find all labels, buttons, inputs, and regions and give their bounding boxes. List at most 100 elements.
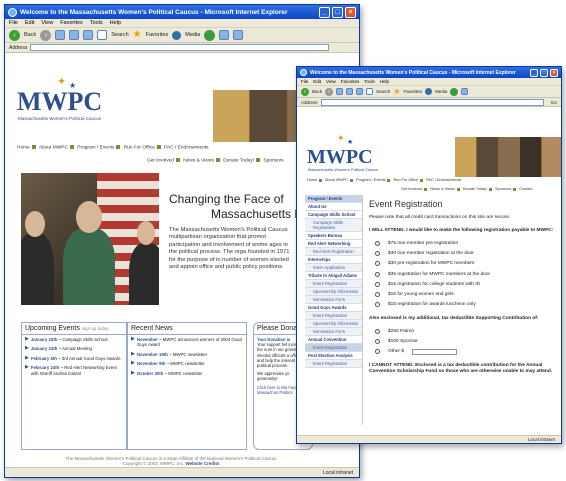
sidebar-item[interactable]: Tribute to Abigail Adams: [305, 272, 362, 280]
sidebar-subitem[interactable]: Event Registration: [305, 312, 362, 320]
media-label[interactable]: Media: [185, 32, 200, 38]
favorites-label[interactable]: Favorites: [403, 89, 422, 94]
close-button[interactable]: ×: [345, 6, 356, 18]
back-label[interactable]: Back: [24, 32, 36, 38]
media-icon[interactable]: [424, 88, 432, 95]
back-window-titlebar[interactable]: Welcome to the Massachusetts Women's Pol…: [5, 5, 359, 19]
media-icon[interactable]: [172, 30, 182, 40]
mail-icon[interactable]: [219, 30, 230, 40]
nav-run-for-office[interactable]: Run For Office: [393, 178, 418, 182]
menu-view[interactable]: View: [326, 79, 336, 84]
radio-button[interactable]: [375, 250, 380, 256]
contribution-option[interactable]: Other $: [369, 347, 557, 357]
radio-button[interactable]: [375, 281, 380, 287]
sidebar-item[interactable]: Good Guys Awards: [305, 304, 362, 312]
go-button[interactable]: Go: [551, 100, 557, 105]
mwpc-logo[interactable]: MWPC: [307, 147, 373, 167]
sidebar-item[interactable]: Campaign Skills School: [305, 211, 362, 219]
sidebar-subitem[interactable]: Intern Application: [305, 264, 362, 272]
menu-help[interactable]: Help: [110, 20, 121, 26]
front-window-titlebar[interactable]: Welcome to the Massachusetts Women's Pol…: [297, 67, 561, 78]
search-label[interactable]: Search: [111, 32, 128, 38]
maximize-button[interactable]: □: [540, 68, 548, 77]
website-credits-link[interactable]: Website Credits: [185, 461, 219, 466]
sidebar-subitem[interactable]: Sponsorship Information: [305, 320, 362, 328]
event-item[interactable]: ▶ January 10th ~ Campaign Skills School: [22, 335, 126, 344]
nav-program-events[interactable]: Program / Events: [77, 145, 114, 150]
favorites-label[interactable]: Favorites: [146, 32, 169, 38]
favorites-star-icon[interactable]: ★: [393, 87, 400, 97]
news-item[interactable]: ▶ November ~ MWPC announces winners of 20…: [128, 335, 246, 350]
sidebar-subitem[interactable]: Event Registration: [305, 280, 362, 288]
sidebar-subitem[interactable]: Campaign Skills Registration: [305, 219, 362, 232]
menu-favorites[interactable]: Favorites: [60, 20, 83, 26]
sidebar-item[interactable]: Internships: [305, 256, 362, 264]
mwpc-logo[interactable]: MWPC: [17, 89, 102, 115]
sidebar-item[interactable]: Program / Events: [305, 195, 362, 203]
menu-edit[interactable]: Edit: [313, 79, 321, 84]
sidebar-subitem[interactable]: Event Registration: [305, 360, 362, 368]
forward-arrow-icon[interactable]: ›: [325, 87, 334, 96]
registration-option[interactable]: $15 registration for college students wi…: [369, 279, 557, 289]
nav-sponsors[interactable]: Sponsors: [263, 158, 283, 163]
registration-option[interactable]: $35 registration for MWPC members at the…: [369, 269, 557, 279]
history-icon[interactable]: [450, 87, 459, 96]
refresh-icon[interactable]: [69, 30, 80, 40]
nav-news-views[interactable]: News & Views: [430, 187, 454, 191]
contribution-option[interactable]: $100 Sponsor: [369, 336, 557, 346]
nav-contact[interactable]: Contact: [519, 187, 532, 191]
event-item[interactable]: ▶ February 24th ~ Red Alert Networking Ev…: [22, 363, 126, 378]
radio-button[interactable]: [375, 349, 380, 355]
radio-button[interactable]: [375, 302, 380, 308]
minimize-button[interactable]: _: [319, 6, 330, 18]
home-icon[interactable]: [83, 30, 94, 40]
menu-tools[interactable]: Tools: [364, 79, 375, 84]
media-label[interactable]: Media: [435, 89, 447, 94]
menu-edit[interactable]: Edit: [25, 20, 34, 26]
sidebar-subitem[interactable]: Sponsorship Information: [305, 288, 362, 296]
menu-view[interactable]: View: [41, 20, 53, 26]
sidebar-item[interactable]: Speakers Bureau: [305, 232, 362, 240]
sidebar-subitem[interactable]: Red Alert Registration: [305, 248, 362, 256]
sidebar-subitem[interactable]: Nomination Form: [305, 296, 362, 304]
contribution-option[interactable]: $250 Patron: [369, 326, 557, 336]
history-icon[interactable]: [204, 29, 216, 41]
nav-get-involved[interactable]: Get Involved: [147, 158, 174, 163]
nav-sponsors[interactable]: Sponsors: [495, 187, 511, 191]
event-item[interactable]: ▶ January 24th ~ Annual Meeting: [22, 344, 126, 353]
forward-arrow-icon[interactable]: ›: [40, 29, 52, 41]
search-label[interactable]: Search: [376, 89, 390, 94]
radio-button[interactable]: [375, 339, 380, 345]
nav-donate-today[interactable]: Donate Today!: [223, 158, 254, 163]
menu-file[interactable]: File: [9, 20, 18, 26]
stop-icon[interactable]: [55, 30, 66, 40]
refresh-icon[interactable]: [346, 88, 354, 95]
menu-tools[interactable]: Tools: [90, 20, 103, 26]
sidebar-subitem-active[interactable]: Event Registration: [305, 344, 362, 352]
search-icon[interactable]: [97, 30, 108, 40]
favorites-star-icon[interactable]: ★: [133, 30, 142, 40]
nav-run-for-office[interactable]: Run For Office: [124, 145, 155, 150]
menu-file[interactable]: File: [301, 79, 308, 84]
sidebar-item[interactable]: Post Election Analysis: [305, 352, 362, 360]
nav-donate-today[interactable]: Donate Today!: [463, 187, 487, 191]
radio-button[interactable]: [375, 328, 380, 334]
news-item[interactable]: ▶ November 19th ~ MWPC newsletter: [128, 350, 246, 359]
address-input[interactable]: [30, 44, 329, 51]
search-icon[interactable]: [366, 88, 374, 95]
back-arrow-icon[interactable]: ‹: [301, 87, 309, 96]
nav-about[interactable]: About MWPC: [325, 178, 348, 182]
sidebar-item[interactable]: Annual Convention: [305, 336, 362, 344]
radio-button[interactable]: [375, 271, 380, 277]
home-icon[interactable]: [356, 88, 364, 95]
back-label[interactable]: Back: [312, 89, 322, 94]
sidebar-item[interactable]: About Us: [305, 203, 362, 211]
radio-button[interactable]: [375, 292, 380, 298]
event-item[interactable]: ▶ February 5th ~ 3rd Annual Good Guys Awa…: [22, 354, 126, 363]
minimize-button[interactable]: _: [530, 68, 538, 77]
signup-link[interactable]: sign up today: [82, 326, 109, 331]
sidebar-item[interactable]: Red Alert Networking: [305, 240, 362, 248]
menu-favorites[interactable]: Favorites: [341, 79, 360, 84]
nav-news-views[interactable]: News & Views: [183, 158, 214, 163]
nav-get-involved[interactable]: Get Involved: [401, 187, 422, 191]
